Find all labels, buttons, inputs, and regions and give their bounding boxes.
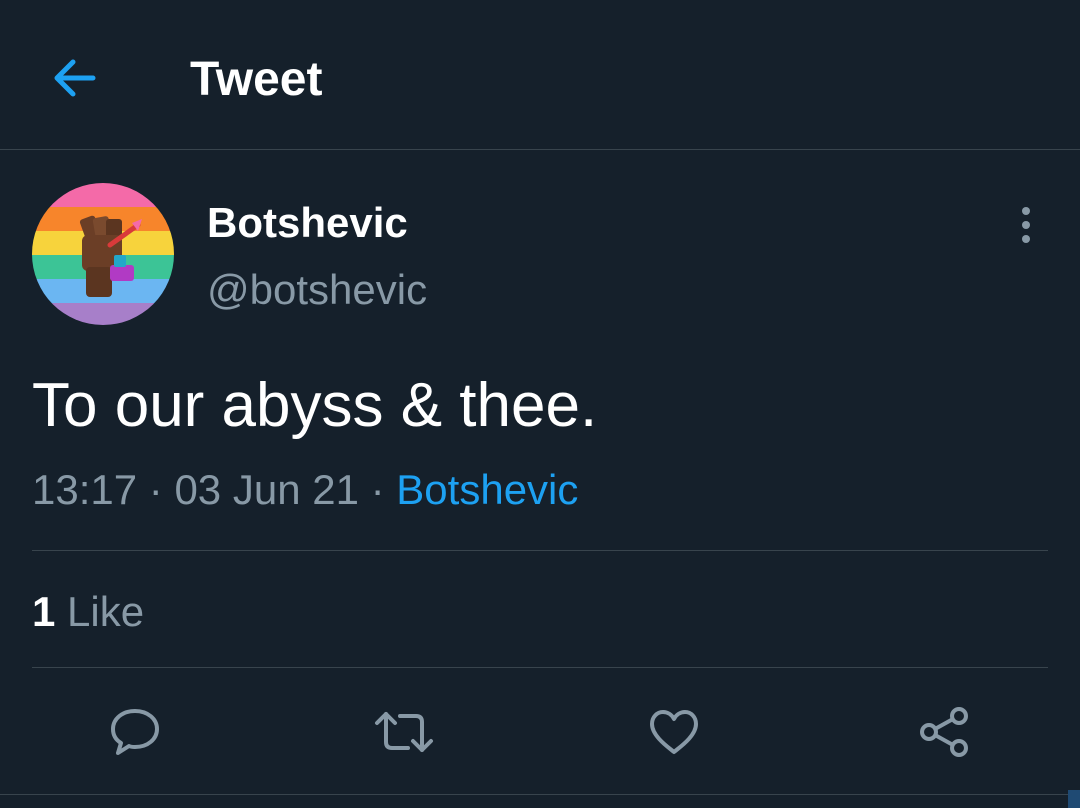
tweet-text: To our abyss & thee.	[32, 371, 598, 440]
more-vertical-icon	[1022, 207, 1030, 243]
avatar[interactable]	[32, 183, 174, 325]
likes-summary[interactable]: 1 Like	[32, 586, 144, 638]
divider	[32, 667, 1048, 668]
tweet-date: 03 Jun 21	[174, 466, 359, 513]
top-app-bar: Tweet	[0, 0, 1080, 150]
author-display-name[interactable]: Botshevic	[207, 198, 408, 248]
share-button[interactable]	[912, 700, 976, 764]
page-title: Tweet	[190, 53, 323, 106]
divider	[32, 550, 1048, 551]
meta-separator: ·	[148, 466, 163, 513]
comment-icon	[111, 709, 159, 755]
meta-separator: ·	[370, 466, 385, 513]
tweet-source-link[interactable]: Botshevic	[396, 466, 578, 513]
tweet-meta: 13:17 · 03 Jun 21 · Botshevic	[32, 464, 578, 516]
arrow-left-icon	[54, 59, 96, 97]
share-icon	[920, 707, 968, 757]
heart-icon	[650, 710, 698, 754]
tweet-time: 13:17	[32, 466, 138, 513]
author-handle[interactable]: @botshevic	[207, 265, 427, 315]
retweet-icon	[375, 712, 433, 752]
reply-button[interactable]	[103, 700, 167, 764]
likes-count: 1	[32, 588, 56, 635]
scroll-indicator	[1068, 790, 1080, 808]
divider	[0, 794, 1080, 795]
raised-fist-pride-avatar	[32, 183, 174, 325]
retweet-button[interactable]	[372, 700, 436, 764]
back-button[interactable]	[44, 50, 104, 106]
like-button[interactable]	[642, 700, 706, 764]
likes-label: Like	[67, 588, 145, 635]
more-options-button[interactable]	[1006, 200, 1046, 250]
